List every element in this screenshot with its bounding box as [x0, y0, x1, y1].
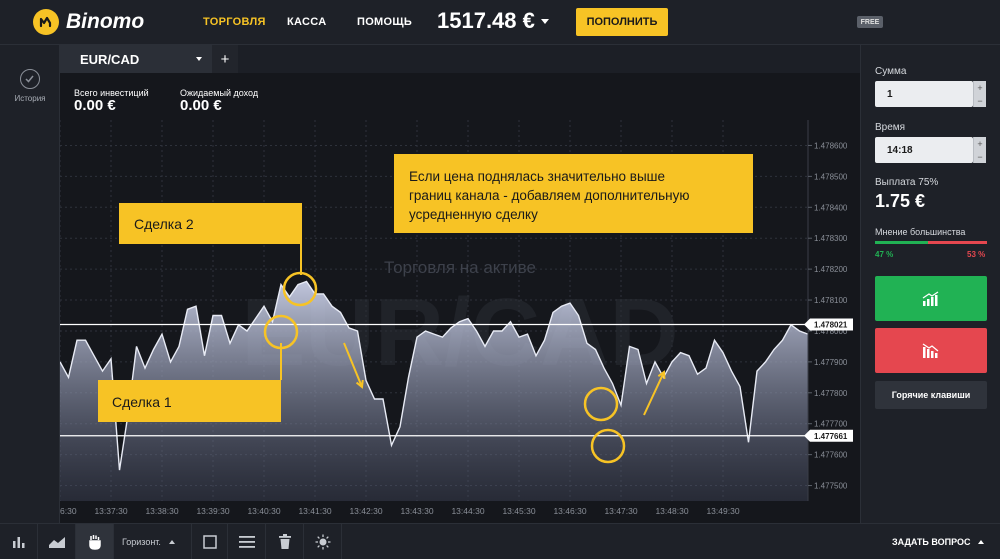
- indicators-button[interactable]: [0, 524, 38, 559]
- y-tick-label: 1.478100: [814, 296, 848, 305]
- x-tick-label: 13:39:30: [196, 506, 229, 516]
- x-tick-label: 13:48:30: [655, 506, 688, 516]
- binomo-logo-icon: [33, 9, 59, 35]
- x-tick-label: 13:42:30: [349, 506, 382, 516]
- x-tick-label: 13:47:30: [604, 506, 637, 516]
- hotkeys-button[interactable]: Горячие клавиши: [875, 381, 987, 409]
- chart-down-icon: [922, 342, 939, 358]
- amount-minus-button[interactable]: −: [973, 94, 986, 107]
- bar-chart-icon: [12, 537, 24, 548]
- y-tick-label: 1.478200: [814, 265, 848, 274]
- x-tick-label: 13:45:30: [502, 506, 535, 516]
- chevron-down-icon: [540, 18, 549, 24]
- deposit-button[interactable]: ПОПОЛНИТЬ: [576, 8, 668, 36]
- draw-tool-select[interactable]: Горизонт.: [114, 524, 192, 559]
- level-label: 1.477661: [814, 432, 848, 441]
- time-label: Время: [875, 122, 906, 133]
- ask-question-label: ЗАДАТЬ ВОПРОС: [892, 537, 971, 547]
- logo[interactable]: Binomo: [33, 9, 144, 35]
- lines-tool-button[interactable]: [228, 524, 266, 559]
- watermark-subtitle: Торговля на активе: [384, 258, 536, 277]
- chart-area[interactable]: Торговля на активе EUR/CAD 1.478600 1.47850…: [60, 45, 860, 523]
- add-tab-button[interactable]: +: [212, 45, 238, 73]
- asset-tab[interactable]: EUR/CAD: [60, 45, 212, 73]
- time-input[interactable]: 14:18: [875, 137, 973, 163]
- chevron-down-icon: [196, 57, 202, 61]
- area-chart-icon: [48, 537, 65, 548]
- y-tick-label: 1.477500: [814, 482, 848, 491]
- majority-label: Мнение большинства: [875, 227, 966, 237]
- menu-lines-icon: [238, 536, 255, 548]
- total-investment-value: 0.00 €: [74, 97, 116, 114]
- nav-trade[interactable]: ТОРГОВЛЯ: [203, 16, 266, 28]
- square-icon: [202, 535, 217, 549]
- buy-down-button[interactable]: [875, 328, 987, 373]
- theme-toggle-button[interactable]: [304, 524, 342, 559]
- price-chart[interactable]: Торговля на активе EUR/CAD 1.478600 1.47850…: [60, 45, 860, 523]
- expected-income-value: 0.00 €: [180, 97, 222, 114]
- chevron-up-icon: [168, 540, 175, 544]
- payout-label: Выплата 75%: [875, 177, 939, 188]
- logo-text: Binomo: [66, 10, 145, 33]
- level-label: 1.478021: [814, 320, 848, 329]
- chart-type-button[interactable]: [38, 524, 76, 559]
- draw-tool-label: Горизонт.: [122, 537, 161, 547]
- x-tick-label: 13:37:30: [94, 506, 127, 516]
- majority-bar-up: [875, 241, 928, 244]
- majority-down-percent: 53 %: [967, 250, 986, 259]
- annotation-deal1-label: Сделка 1: [112, 394, 172, 410]
- ask-question-button[interactable]: ЗАДАТЬ ВОПРОС: [892, 537, 984, 547]
- buy-up-button[interactable]: [875, 276, 987, 321]
- check-circle-icon: [20, 69, 40, 89]
- delete-drawings-button[interactable]: [266, 524, 304, 559]
- rectangle-tool-button[interactable]: [192, 524, 228, 559]
- nav-help[interactable]: ПОМОЩЬ: [357, 16, 412, 28]
- drawing-tools-button[interactable]: [76, 524, 114, 559]
- y-tick-label: 1.478300: [814, 234, 848, 243]
- asset-tab-bar: EUR/CAD +: [60, 45, 860, 73]
- y-tick-label: 1.478500: [814, 172, 848, 181]
- majority-bar: [875, 241, 987, 244]
- x-tick-label: 13:43:30: [400, 506, 433, 516]
- x-tick-label: 13:40:30: [247, 506, 280, 516]
- amount-plus-button[interactable]: +: [973, 81, 986, 94]
- majority-up-percent: 47 %: [875, 250, 894, 259]
- amount-input[interactable]: 1: [875, 81, 973, 107]
- chart-up-icon: [922, 290, 939, 306]
- left-sidebar: История: [0, 45, 60, 523]
- x-tick-label: 13:49:30: [706, 506, 739, 516]
- time-minus-button[interactable]: −: [973, 150, 986, 163]
- x-tick-label: 13:46:30: [553, 506, 586, 516]
- y-tick-label: 1.477800: [814, 389, 848, 398]
- y-tick-label: 1.477600: [814, 451, 848, 460]
- asset-tab-label: EUR/CAD: [80, 51, 140, 67]
- sidebar-item-label: История: [14, 94, 46, 103]
- amount-label: Сумма: [875, 66, 907, 77]
- payout-value: 1.75 €: [875, 191, 926, 211]
- trade-panel: Сумма 1 + − Время 14:18 + − Выплата 75% …: [860, 45, 1000, 523]
- annotation-deal2-label: Сделка 2: [134, 216, 194, 232]
- y-tick-label: 1.477900: [814, 358, 848, 367]
- x-tick-label: 13:36:30: [60, 506, 77, 516]
- balance-dropdown[interactable]: 1517.48 €: [437, 8, 549, 34]
- y-tick-label: 1.478400: [814, 203, 848, 212]
- nav-cash[interactable]: КАССА: [287, 16, 326, 28]
- trash-icon: [278, 534, 291, 549]
- bottom-toolbar: Горизонт. ЗАДАТЬ ВОПРОС: [0, 523, 1000, 559]
- top-bar: Binomo ТОРГОВЛЯ КАССА ПОМОЩЬ 1517.48 € П…: [0, 0, 1000, 45]
- x-tick-label: 13:38:30: [145, 506, 178, 516]
- draw-hand-icon: [88, 535, 101, 550]
- y-tick-label: 1.478600: [814, 141, 848, 150]
- balance-value: 1517.48 €: [437, 8, 535, 33]
- y-tick-label: 1.477700: [814, 420, 848, 429]
- x-tick-label: 13:44:30: [451, 506, 484, 516]
- sun-icon: [315, 534, 330, 550]
- chevron-up-icon: [977, 540, 984, 544]
- free-badge: FREE: [857, 16, 883, 28]
- time-plus-button[interactable]: +: [973, 137, 986, 150]
- x-tick-label: 13:41:30: [298, 506, 331, 516]
